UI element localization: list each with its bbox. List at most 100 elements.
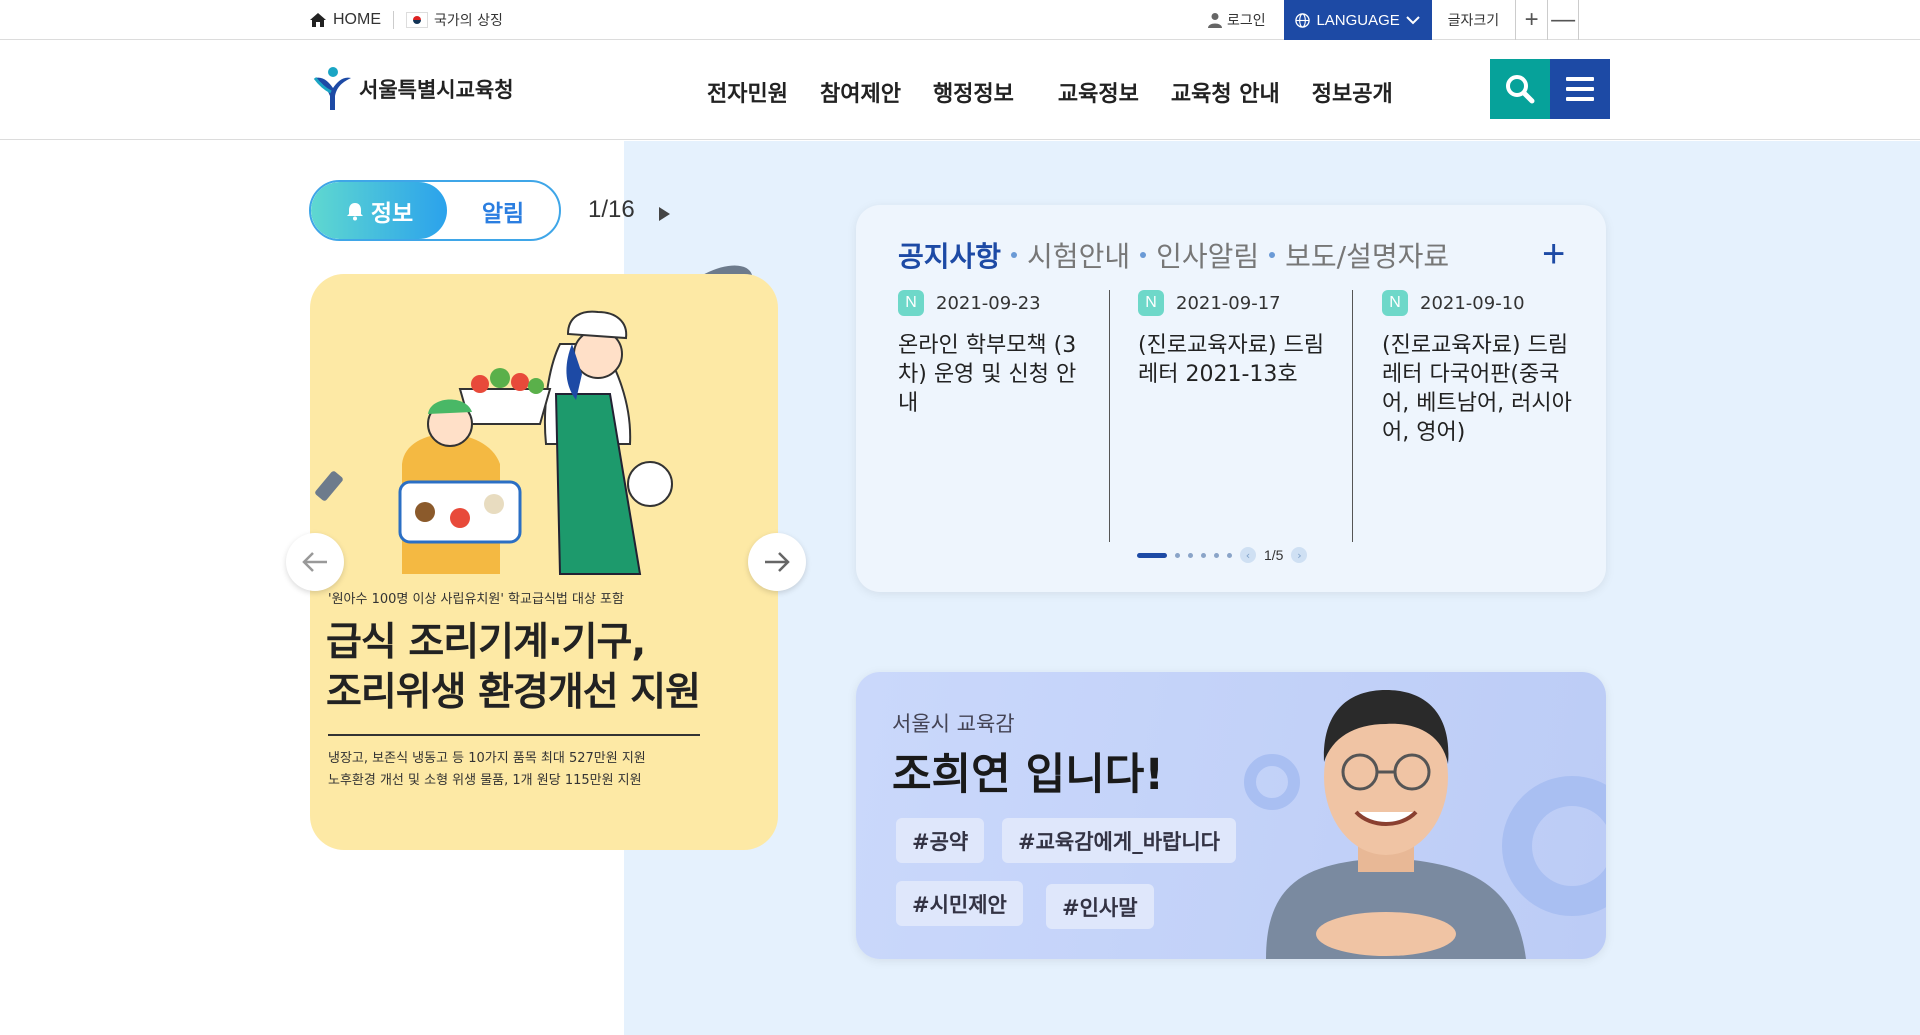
notice-date: 2021-09-17 [1176,292,1281,314]
tab-info[interactable]: 정보 [311,182,447,239]
column-divider [1352,290,1353,542]
tag-greeting[interactable]: #인사말 [1046,884,1154,929]
profile-subtitle: 서울시 교육감 [892,712,1015,736]
chevron-right-icon[interactable]: › [1291,547,1308,563]
notice-meta: N 2021-09-23 [898,290,1088,316]
tab-press[interactable]: 보도/설명자료 [1285,235,1449,275]
banner-title-line-2: 조리위생 환경개선 지원 [326,670,701,715]
notice-title: (진로교육자료) 드림레터 다국어판(중국어, 베트남어, 러시아어, 영어) [1382,333,1572,445]
login-link[interactable]: 로그인 [1196,10,1284,30]
banner-divider [328,734,700,736]
column-divider [1109,290,1110,542]
portrait [1266,690,1526,959]
slide-counter: 1/16 [588,196,635,223]
font-decrease-button[interactable]: — [1547,0,1580,40]
page-dot-active[interactable] [1137,552,1167,558]
tab-separator [1269,252,1276,258]
banner-title: 급식 조리기계·기구, 조리위생 환경개선 지원 [326,618,701,718]
more-button[interactable]: + [1542,232,1565,277]
notice-date: 2021-09-10 [1420,292,1525,314]
home-link[interactable]: HOME [309,11,381,29]
tab-personnel[interactable]: 인사알림 [1156,235,1259,275]
utility-left: HOME 국가의 상징 [309,0,503,40]
page-dot[interactable] [1227,552,1232,558]
info-alert-toggle: 정보 알림 [309,180,561,241]
menu-button[interactable] [1550,59,1610,119]
logo-icon [313,67,351,110]
nav-item-info-disclosure[interactable]: 정보공개 [1312,76,1393,108]
font-size-label: 글자크기 [1447,13,1500,29]
logo-text: 서울특별시교육청 [359,78,514,102]
chevron-left-icon[interactable]: ‹ [1240,547,1256,563]
search-button[interactable] [1490,59,1550,119]
main-header: 서울특별시교육청 전자민원 참여제안 행정정보 교육정보 교육청 안내 정보공개 [0,40,1920,140]
utility-bar: HOME 국가의 상징 로그인 LANGUAGE 글자크기 + — [0,0,1920,40]
hamburger-line [1566,87,1594,91]
national-symbol-link[interactable]: 국가의 상징 [406,10,503,30]
slide-prev-button[interactable] [286,533,344,591]
banner-desc-line-2: 노후환경 개선 및 소형 위생 물품, 1개 원당 115만원 지원 [328,773,642,788]
font-increase-button[interactable]: + [1515,0,1547,40]
slide-next-button[interactable] [748,533,806,591]
banner-description: 냉장고, 보존식 냉동고 등 10가지 품목 최대 527만원 지원 노후환경 … [328,748,646,792]
tag-wishes[interactable]: #교육감에게_바랍니다 [1002,818,1236,863]
tab-exam[interactable]: 시험안내 [1027,235,1130,275]
notice-meta: N 2021-09-17 [1138,290,1328,316]
tab-notice[interactable]: 공지사항 [898,235,1001,275]
home-label: HOME [333,11,381,28]
page-dot[interactable] [1201,552,1206,558]
notice-date: 2021-09-23 [936,292,1041,314]
notice-title: 온라인 학부모책 (3차) 운영 및 신청 안내 [898,333,1077,416]
page-dot[interactable] [1214,552,1219,558]
hamburger-icon [1566,77,1594,81]
banner-subtitle: '원아수 100명 이상 사립유치원' 학교급식법 대상 포함 [328,592,624,607]
arrow-left-icon [302,552,327,572]
promo-banner[interactable]: '원아수 100명 이상 사립유치원' 학교급식법 대상 포함 급식 조리기계·… [310,274,778,850]
tab-alert[interactable]: 알림 [447,182,559,239]
flag-icon [406,12,428,28]
logo[interactable]: 서울특별시교육청 [313,66,514,112]
tab-separator [1011,252,1018,258]
tag-pledge[interactable]: #공약 [896,818,985,863]
chef-illustration [315,310,673,575]
page-dot[interactable] [1175,552,1180,558]
notice-item[interactable]: N 2021-09-17 (진로교육자료) 드림레터 2021-13호 [1138,290,1328,389]
banner-desc-line-1: 냉장고, 보존식 냉동고 등 10가지 품목 최대 527만원 지원 [328,751,646,766]
notice-board: 공지사항 시험안내 인사알림 보도/설명자료 + N 2021-09-23 온라… [856,205,1606,592]
search-icon [1506,75,1535,104]
utility-right: 로그인 LANGUAGE 글자크기 + — [1196,0,1580,40]
play-next-icon[interactable] [659,207,670,221]
notice-meta: N 2021-09-10 [1382,290,1572,316]
divider [393,11,394,29]
notice-page-counter: 1/5 [1264,547,1284,563]
language-label: LANGUAGE [1316,11,1400,29]
home-icon [310,13,326,27]
global-nav: 전자민원 참여제안 행정정보 교육정보 교육청 안내 정보공개 [707,76,1425,108]
page-dot[interactable] [1188,552,1193,558]
national-symbol-label: 국가의 상징 [434,13,503,29]
nav-item-admin-info[interactable]: 행정정보 [933,76,1014,108]
notice-item[interactable]: N 2021-09-23 온라인 학부모책 (3차) 운영 및 신청 안내 [898,290,1088,418]
new-badge: N [1138,290,1164,316]
tag-citizen-proposal[interactable]: #시민제안 [896,881,1023,926]
nav-item-participation[interactable]: 참여제안 [820,76,901,108]
notice-tabs: 공지사항 시험안내 인사알림 보도/설명자료 [898,235,1449,275]
nav-item-education-info[interactable]: 교육정보 [1058,76,1139,108]
chevron-down-icon [1406,16,1420,25]
hamburger-line [1566,97,1594,101]
user-icon [1208,13,1222,28]
notice-item[interactable]: N 2021-09-10 (진로교육자료) 드림레터 다국어판(중국어, 베트남… [1382,290,1572,447]
banner-title-line-1: 급식 조리기계·기구, [326,620,646,665]
nav-item-civil-service[interactable]: 전자민원 [707,76,788,108]
superintendent-card[interactable]: 서울시 교육감 조희연 입니다! #공약 #교육감에게_바랍니다 #시민제안 #… [856,672,1606,959]
new-badge: N [898,290,924,316]
nav-item-office-guide[interactable]: 교육청 안내 [1171,76,1280,108]
new-badge: N [1382,290,1408,316]
login-label: 로그인 [1227,13,1266,29]
profile-title: 조희연 입니다! [892,750,1164,800]
language-dropdown[interactable]: LANGUAGE [1283,0,1432,40]
bell-icon [346,202,363,220]
tab-separator [1140,252,1147,258]
notice-pagination: ‹ 1/5 › [1137,547,1308,563]
tab-info-label: 정보 [370,200,414,227]
